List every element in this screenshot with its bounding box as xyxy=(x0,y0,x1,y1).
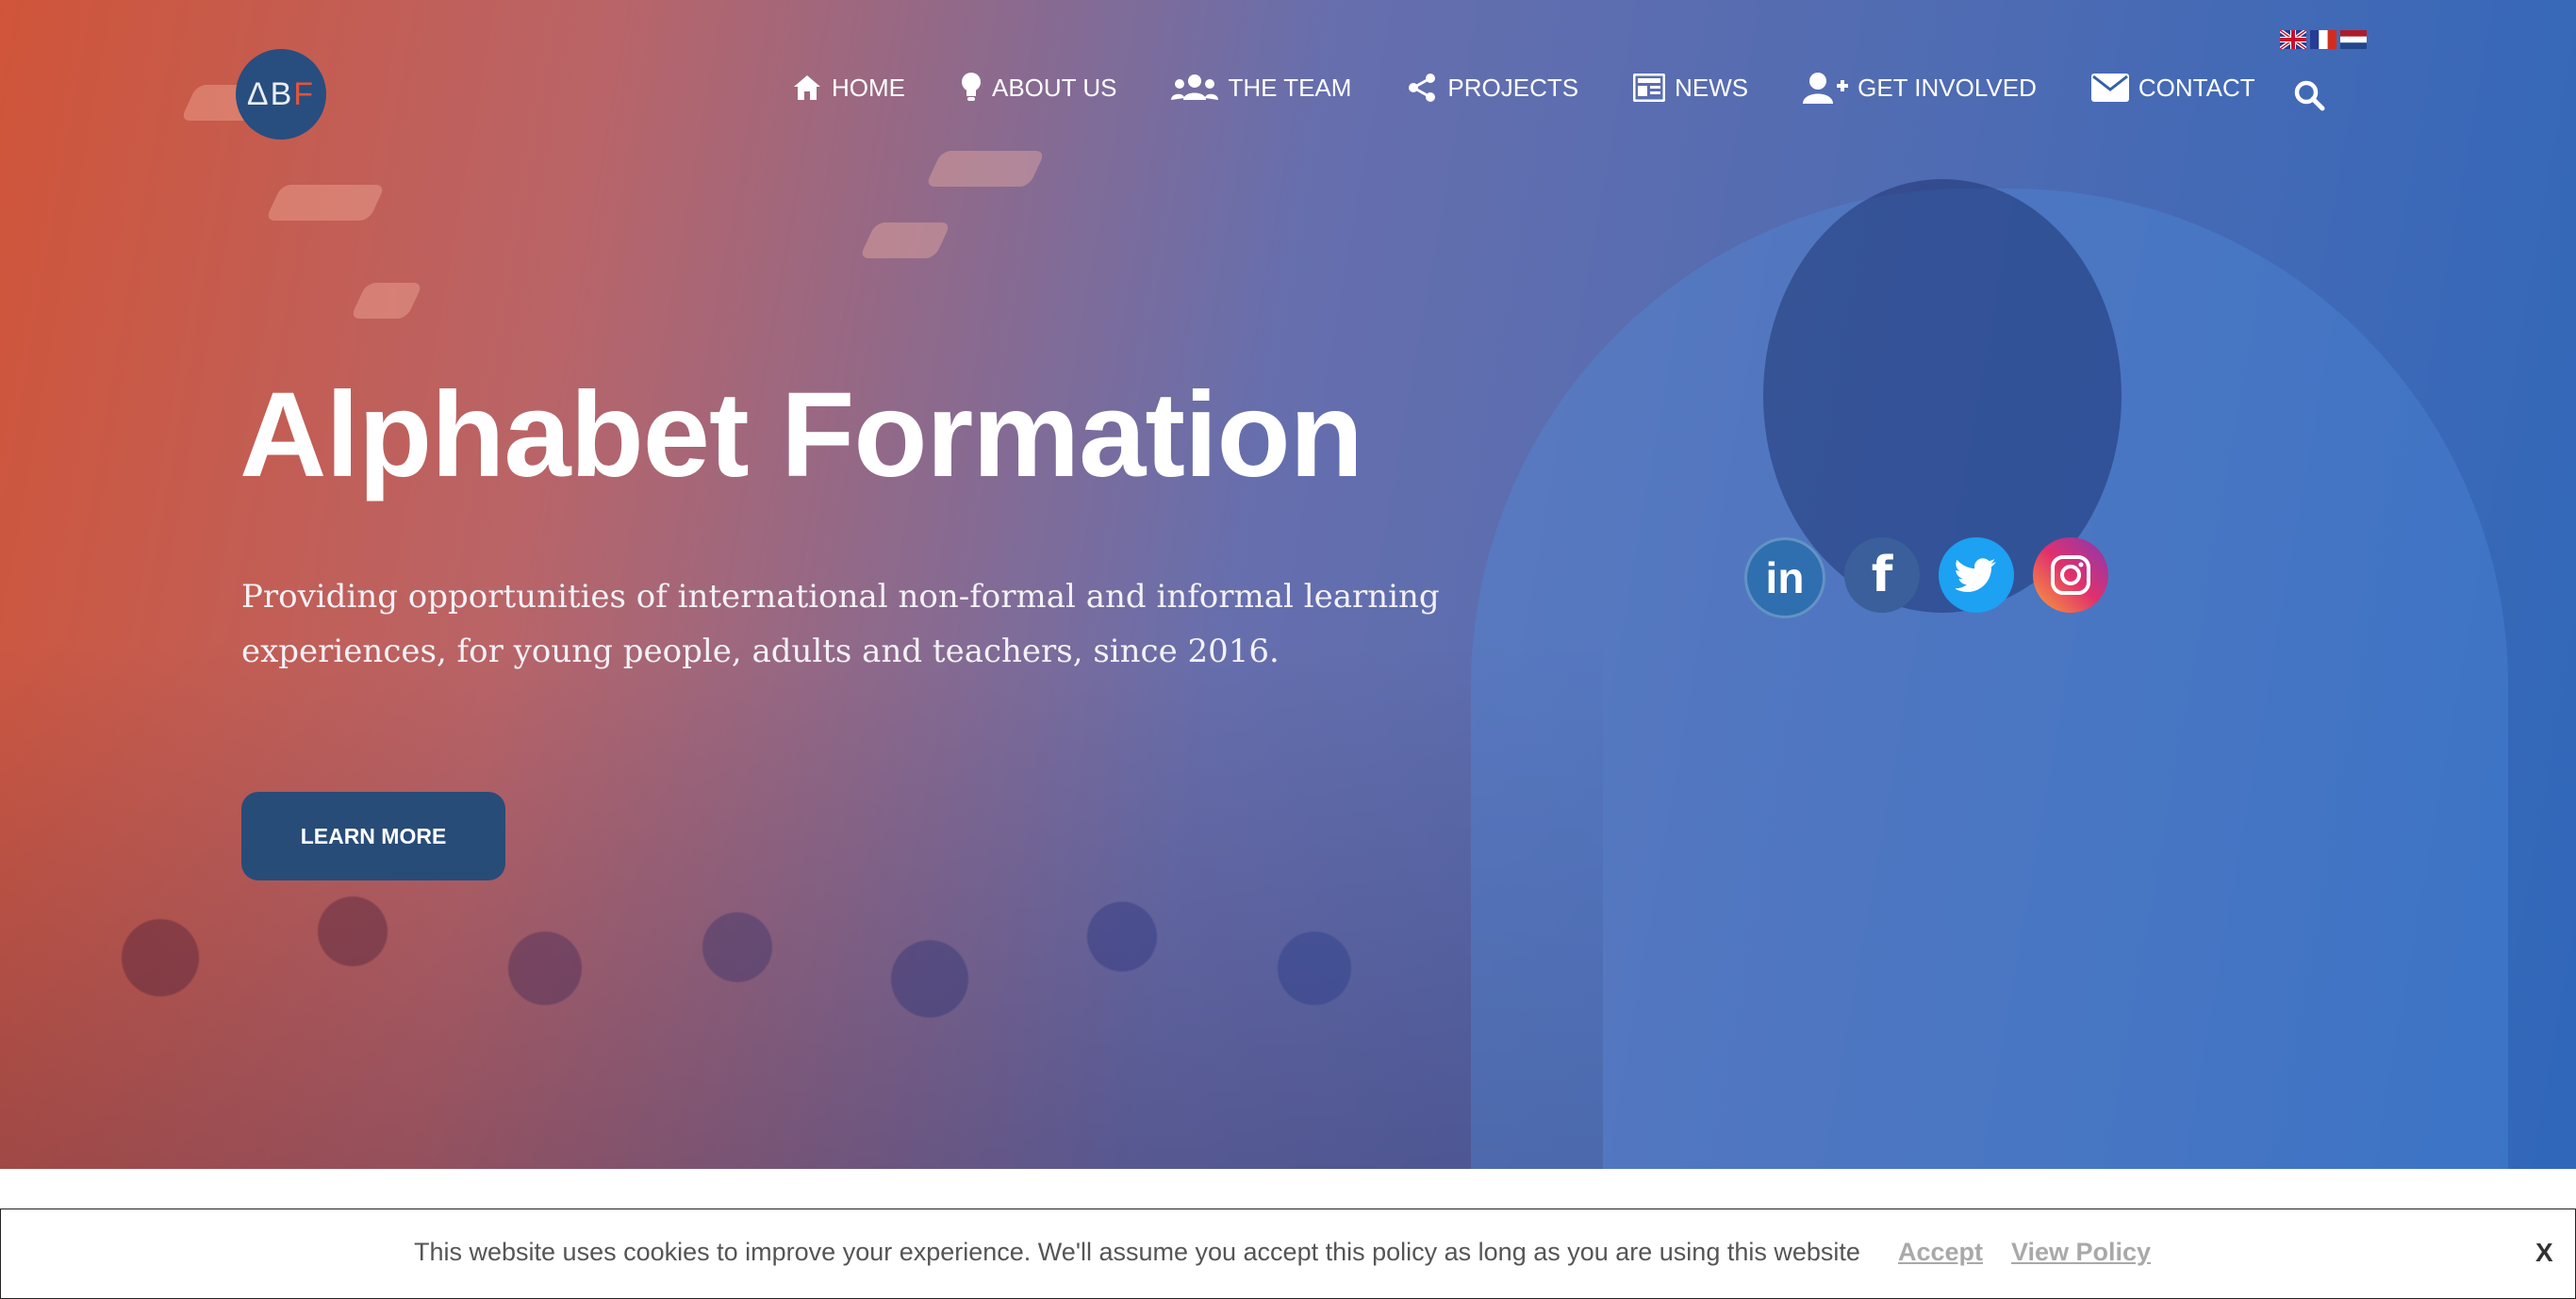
nav-item-label: PROJECTS xyxy=(1447,73,1579,102)
lightbulb-icon xyxy=(962,73,981,101)
search-icon[interactable] xyxy=(2293,79,2325,111)
close-cookie-banner-button[interactable]: X xyxy=(2535,1238,2553,1268)
nav-item-label: CONTACT xyxy=(2138,73,2255,102)
facebook-label: f xyxy=(1871,547,1893,603)
nav-item-label: NEWS xyxy=(1675,73,1749,102)
ceiling-light xyxy=(859,222,951,258)
nav-item-label: HOME xyxy=(832,73,905,102)
language-switcher xyxy=(2280,30,2367,49)
ceiling-light xyxy=(350,283,423,319)
nav-item-home[interactable]: HOME xyxy=(792,74,905,103)
nav-item-news[interactable]: NEWS xyxy=(1633,74,1748,103)
nav-item-contact[interactable]: CONTACT xyxy=(2090,73,2255,103)
facebook-icon[interactable]: f xyxy=(1844,537,1920,613)
hero-subtitle: Providing opportunities of international… xyxy=(241,578,1440,670)
nav-item-label: THE TEAM xyxy=(1228,73,1352,102)
share-icon xyxy=(1409,74,1436,102)
nav-item-label: ABOUT US xyxy=(992,73,1117,102)
envelope-icon xyxy=(2090,74,2129,102)
linkedin-icon[interactable]: in xyxy=(1744,537,1825,618)
audience-background xyxy=(0,641,1603,1169)
cookie-message: This website uses cookies to improve you… xyxy=(414,1238,1860,1266)
nav-item-about-us[interactable]: ABOUT US xyxy=(960,72,1116,104)
nl-flag-icon[interactable] xyxy=(2340,30,2367,49)
user-plus-icon xyxy=(1803,73,1849,104)
social-links: in f xyxy=(1744,537,2108,618)
nav-item-label: GET INVOLVED xyxy=(1858,73,2037,102)
nav-item-get-involved[interactable]: GET INVOLVED xyxy=(1803,72,2037,104)
home-icon xyxy=(794,75,820,100)
logo-letters: ΔB xyxy=(246,75,294,112)
learn-more-button[interactable]: LEARN MORE xyxy=(241,792,505,880)
page-title: Alphabet Formation xyxy=(239,368,1363,502)
users-icon xyxy=(1171,74,1219,100)
uk-flag-icon[interactable] xyxy=(2280,30,2306,49)
view-policy-link[interactable]: View Policy xyxy=(2011,1238,2151,1267)
ceiling-light xyxy=(265,185,386,221)
linkedin-label: in xyxy=(1765,553,1805,602)
site-logo[interactable]: ΔB F xyxy=(236,49,326,140)
nav-item-projects[interactable]: PROJECTS xyxy=(1406,73,1578,103)
nav-item-the-team[interactable]: THE TEAM xyxy=(1171,74,1351,103)
instagram-camera-icon xyxy=(2051,555,2090,595)
logo-accent-letter: F xyxy=(293,75,316,112)
twitter-bird-icon xyxy=(1956,558,1996,592)
main-nav: HOME ABOUT US THE TEAM PROJECTS NEWS GET… xyxy=(792,72,2310,104)
twitter-icon[interactable] xyxy=(1939,537,2014,613)
accept-cookies-link[interactable]: Accept xyxy=(1898,1238,1983,1267)
instagram-icon[interactable] xyxy=(2033,537,2108,613)
newspaper-icon xyxy=(1633,74,1666,102)
cookie-banner: This website uses cookies to improve you… xyxy=(0,1209,2576,1299)
ceiling-light xyxy=(925,151,1046,187)
fr-flag-icon[interactable] xyxy=(2310,30,2337,49)
